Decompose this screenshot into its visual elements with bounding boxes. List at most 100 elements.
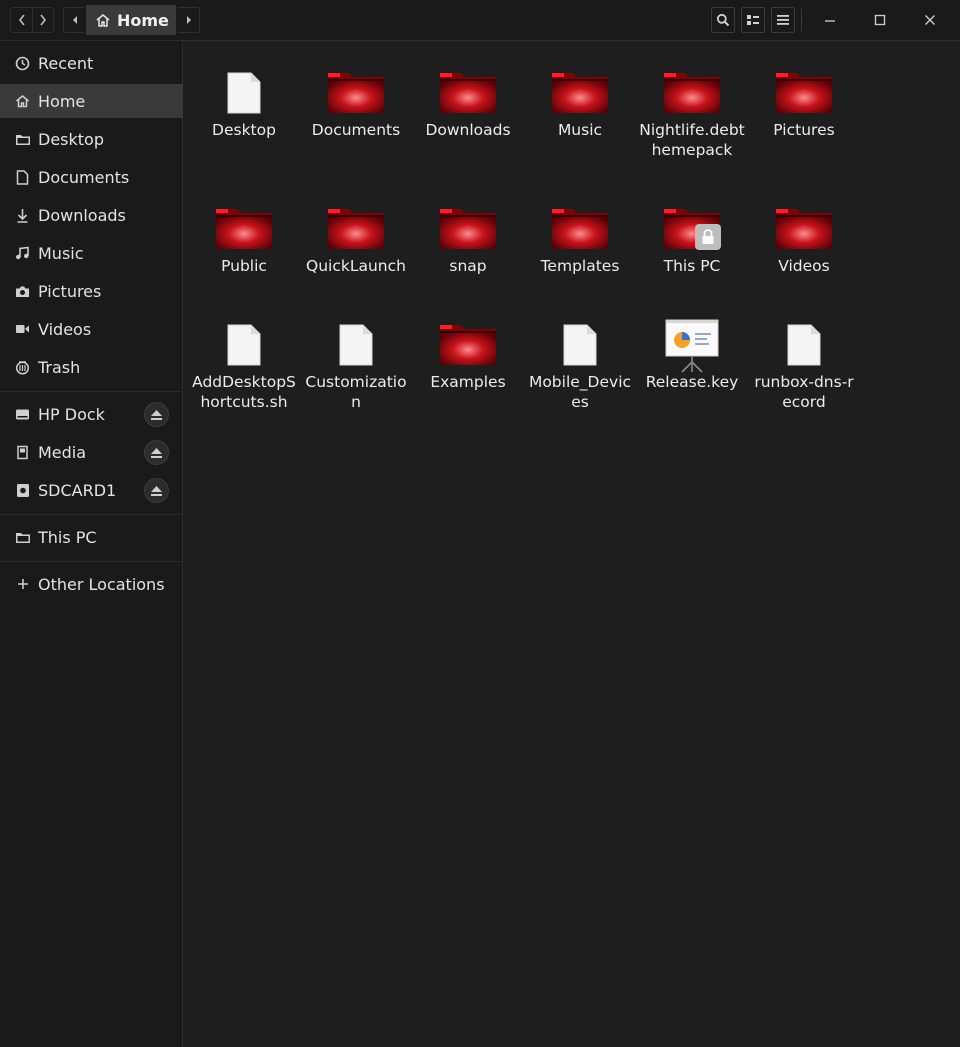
file-item-customization[interactable]: Customization — [300, 318, 412, 412]
folder-icon — [662, 202, 722, 250]
sdcard-icon — [14, 444, 31, 461]
path-home-button[interactable]: Home — [86, 5, 176, 35]
maximize-button[interactable] — [868, 8, 892, 32]
file-item-snap[interactable]: snap — [412, 202, 524, 276]
search-button[interactable] — [711, 7, 735, 33]
file-item-documents[interactable]: Documents — [300, 66, 412, 140]
folder-icon — [550, 66, 610, 114]
triangle-left-icon — [72, 16, 77, 24]
sidebar-item-label: This PC — [38, 527, 97, 547]
folder-icon — [14, 529, 31, 546]
file-name: runbox-dns-record — [754, 373, 854, 411]
sidebar-item-recent[interactable]: Recent — [0, 46, 183, 80]
folder-icon — [550, 202, 610, 250]
sidebar-item-label: Desktop — [38, 129, 104, 149]
file-icon — [214, 318, 274, 366]
home-icon — [14, 93, 31, 110]
folder-icon — [14, 131, 31, 148]
path-scroll-right-button[interactable] — [178, 7, 200, 33]
file-name: Customization — [305, 373, 407, 411]
sidebar-item-this-pc[interactable]: This PC — [0, 520, 183, 554]
presentation-icon — [662, 318, 722, 373]
plus-icon — [14, 576, 31, 593]
eject-button-media[interactable] — [144, 440, 169, 465]
home-icon — [96, 13, 110, 27]
minimize-button[interactable] — [818, 8, 842, 32]
clock-icon — [14, 55, 31, 72]
sidebar-item-other-locations[interactable]: Other Locations — [0, 567, 183, 601]
sidebar-separator — [0, 514, 183, 515]
maximize-icon — [874, 14, 886, 26]
sidebar-item-pictures[interactable]: Pictures — [0, 274, 183, 308]
file-icon — [774, 318, 834, 366]
file-item-nightlife-debthemepack[interactable]: Nightlife.debthemepack — [636, 66, 748, 160]
path-home-label: Home — [117, 10, 169, 30]
eject-icon — [151, 447, 162, 458]
back-button[interactable] — [10, 7, 32, 33]
sidebar-item-downloads[interactable]: Downloads — [0, 198, 183, 232]
file-item-runbox-dns-record[interactable]: runbox-dns-record — [748, 318, 860, 412]
file-icon — [550, 318, 610, 366]
folder-icon — [438, 202, 498, 250]
file-item-this-pc[interactable]: This PC — [636, 202, 748, 276]
eject-button-hp-dock[interactable] — [144, 402, 169, 427]
file-name: AddDesktopShortcuts.sh — [192, 373, 296, 411]
trash-icon — [14, 359, 31, 376]
folder-icon — [774, 202, 834, 250]
file-item-templates[interactable]: Templates — [524, 202, 636, 276]
sidebar-item-label: Documents — [38, 167, 130, 187]
chevron-left-icon — [18, 14, 25, 26]
sidebar: Recent Home Desktop Documents Downloads … — [0, 41, 183, 1047]
view-toggle-button[interactable] — [741, 7, 765, 33]
triangle-right-icon — [186, 16, 191, 24]
sidebar-item-label: Music — [38, 243, 84, 263]
chevron-right-icon — [40, 14, 47, 26]
file-item-release-key[interactable]: Release.key — [636, 318, 748, 392]
file-item-mobile-devices[interactable]: Mobile_Devices — [524, 318, 636, 412]
sidebar-item-label: Downloads — [38, 205, 126, 225]
sidebar-item-trash[interactable]: Trash — [0, 350, 183, 384]
sidebar-item-label: Recent — [38, 53, 94, 73]
folder-icon — [326, 66, 386, 114]
folder-icon — [774, 66, 834, 114]
sidebar-item-videos[interactable]: Videos — [0, 312, 183, 346]
file-item-desktop[interactable]: Desktop — [188, 66, 300, 140]
sidebar-item-label: HP Dock — [38, 404, 105, 424]
sidebar-item-music[interactable]: Music — [0, 236, 183, 270]
forward-button[interactable] — [32, 7, 54, 33]
header-bar: Home — [0, 0, 960, 41]
file-name: Nightlife.debthemepack — [639, 121, 745, 159]
search-icon — [716, 13, 730, 27]
music-icon — [14, 245, 31, 262]
file-item-pictures[interactable]: Pictures — [748, 66, 860, 140]
file-item-downloads[interactable]: Downloads — [412, 66, 524, 140]
sidebar-item-documents[interactable]: Documents — [0, 160, 183, 194]
file-name: snap — [449, 257, 487, 275]
list-view-icon — [747, 15, 759, 25]
sidebar-item-label: Other Locations — [38, 574, 165, 594]
sidebar-separator — [0, 561, 183, 562]
file-item-examples[interactable]: Examples — [412, 318, 524, 392]
download-icon — [14, 207, 31, 224]
sidebar-item-home[interactable]: Home — [0, 84, 183, 118]
minimize-icon — [825, 20, 835, 22]
folder-icon — [326, 202, 386, 250]
file-name: Documents — [311, 121, 401, 139]
eject-button-sdcard1[interactable] — [144, 478, 169, 503]
header-separator — [801, 9, 802, 31]
file-item-public[interactable]: Public — [188, 202, 300, 276]
folder-icon — [214, 202, 274, 250]
camera-icon — [14, 283, 31, 300]
sidebar-item-desktop[interactable]: Desktop — [0, 122, 183, 156]
folder-icon — [438, 66, 498, 114]
close-button[interactable] — [918, 8, 942, 32]
file-item-adddesktopshortcuts-sh[interactable]: AddDesktopShortcuts.sh — [188, 318, 300, 412]
file-name: This PC — [663, 257, 721, 275]
file-item-videos[interactable]: Videos — [748, 202, 860, 276]
file-name: Desktop — [212, 121, 276, 139]
sidebar-item-label: Media — [38, 442, 87, 462]
file-item-music[interactable]: Music — [524, 66, 636, 140]
path-scroll-left-button[interactable] — [63, 7, 85, 33]
file-item-quicklaunch[interactable]: QuickLaunch — [300, 202, 412, 276]
menu-button[interactable] — [771, 7, 795, 33]
